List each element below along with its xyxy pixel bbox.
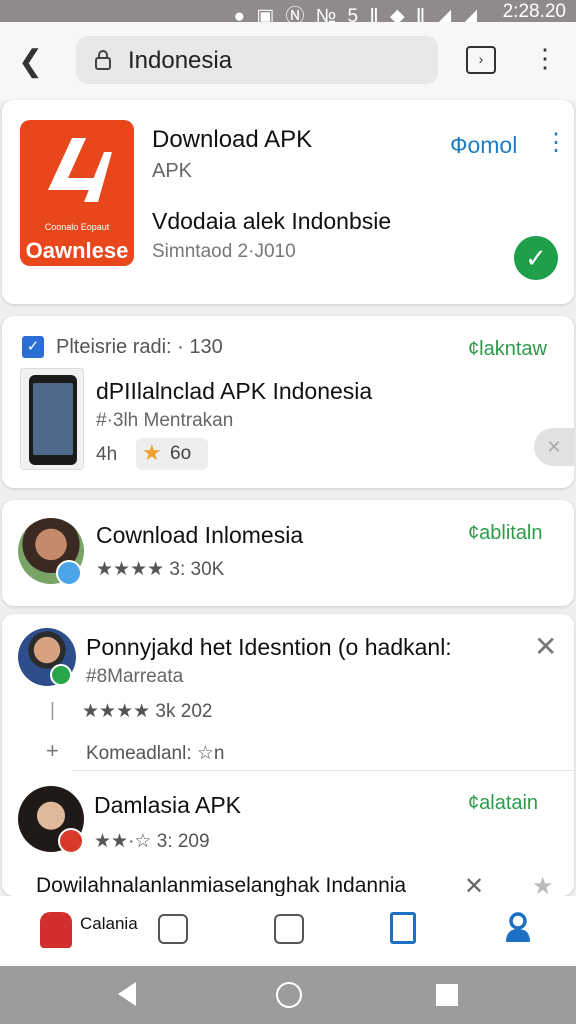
phone-image	[29, 375, 77, 465]
nav-home-label: Calania	[80, 914, 138, 933]
action-link[interactable]: ¢lakntaw	[468, 338, 547, 361]
status-time: 2:28.20	[502, 1, 566, 22]
app-date: Simntaod 2·J010	[152, 241, 296, 262]
phone-thumbnail	[20, 368, 84, 470]
close-icon[interactable]: ✕	[534, 630, 557, 663]
verified-badge-icon	[50, 664, 72, 686]
app-subtitle: APK	[152, 160, 193, 182]
rating-text: ★★★★ 3: 30K	[96, 559, 225, 580]
games-icon	[274, 914, 304, 944]
result-header: Plteisrie radi: · 130	[56, 336, 223, 358]
nav-profile[interactable]	[494, 906, 542, 954]
rating-text: ★★·☆ 3: 209	[94, 831, 210, 852]
app-icon: Coonalo Eopaut Oawnlese	[20, 120, 134, 266]
nav-games[interactable]	[266, 906, 314, 954]
swipe-handle-icon[interactable]: ✕	[534, 428, 574, 466]
url-bar[interactable]: Indonesia	[76, 36, 438, 84]
home-circle-icon[interactable]	[276, 982, 302, 1008]
download-button[interactable]: Фomol	[450, 132, 517, 159]
divider	[72, 770, 574, 771]
action-link[interactable]: ¢ablitaln	[468, 522, 543, 545]
rating-badge: ★ 6o	[136, 438, 208, 470]
action-link[interactable]: ¢alatain	[468, 792, 538, 815]
result-title[interactable]: Damlasia APK	[94, 792, 241, 819]
result-card[interactable]: Ponnyjakd het Idesntion (o hadkanl: ✕ #8…	[2, 614, 574, 900]
app-icon-brand: Oawnlese	[25, 238, 129, 263]
back-icon[interactable]	[118, 982, 136, 1006]
app-card[interactable]: Coonalo Eopaut Oawnlese Download APK APK…	[2, 100, 574, 304]
nav-apps[interactable]	[150, 906, 198, 954]
youtube-badge-icon	[58, 828, 84, 854]
divider-mark: |	[50, 700, 55, 721]
plus-icon[interactable]: +	[46, 738, 59, 764]
more-options-icon[interactable]: ⋮	[544, 128, 568, 157]
rating-badge-text: 6o	[170, 443, 192, 464]
person-icon	[506, 912, 530, 942]
result-title[interactable]: Ponnyjakd het Idesntion (o hadkanl:	[86, 634, 452, 661]
app-logo-icon	[48, 138, 112, 202]
app-description: Vdodaia alek Indonbsie	[152, 208, 392, 234]
overflow-menu-icon[interactable]: ⋮	[532, 40, 558, 80]
apps-icon	[158, 914, 188, 944]
recents-icon[interactable]	[436, 984, 458, 1006]
back-arrow-icon[interactable]: ❮	[18, 44, 58, 84]
home-icon	[40, 912, 72, 948]
result-card[interactable]: Cownload Inlomesia ★★★★ 3: 30K ¢ablitaln	[2, 500, 574, 606]
lock-icon	[95, 50, 111, 70]
book-icon	[390, 912, 416, 944]
result-card[interactable]: ✓ Plteisrie radi: · 130 ¢lakntaw dPIIlal…	[2, 316, 574, 488]
app-title: Download APK	[152, 126, 313, 153]
checkbox[interactable]: ✓	[22, 336, 44, 358]
rating-text: ★★★★ 3k 202	[82, 701, 213, 722]
tabs-icon[interactable]: ›	[466, 46, 496, 74]
result-title[interactable]: dPIIlalnclad APK Indonesia	[96, 378, 372, 405]
result-meta: 4h	[96, 444, 118, 465]
bottom-navigation: Calania	[0, 896, 576, 966]
check-icon[interactable]: ✓	[514, 236, 558, 280]
result-subtitle: #8Marreata	[86, 666, 184, 687]
url-text: Indonesia	[128, 47, 233, 74]
browser-toolbar: ❮ Indonesia › ⋮	[0, 22, 576, 100]
status-bar: ● ▣ Ⓝ № 5 Ⅱ ◆ Ⅱ ◢ ◢ 2:28.20	[0, 0, 576, 27]
star-icon: ★	[142, 440, 162, 465]
system-navigation	[0, 966, 576, 1024]
nav-home[interactable]: Calania	[34, 906, 138, 954]
comment-text: Komeadlanl: ☆n	[86, 743, 225, 764]
app-icon-subtext: Coonalo Eopaut	[44, 222, 110, 232]
snippet-text[interactable]: Dowilahnalanlanmiaselanghak Indannia	[36, 874, 406, 898]
result-subtitle: #·3lh Mentrakan	[96, 410, 234, 431]
twitter-badge-icon	[56, 560, 82, 586]
phone-screen	[33, 383, 73, 455]
nav-books[interactable]	[380, 906, 428, 954]
result-title[interactable]: Cownload Inlomesia	[96, 522, 303, 549]
